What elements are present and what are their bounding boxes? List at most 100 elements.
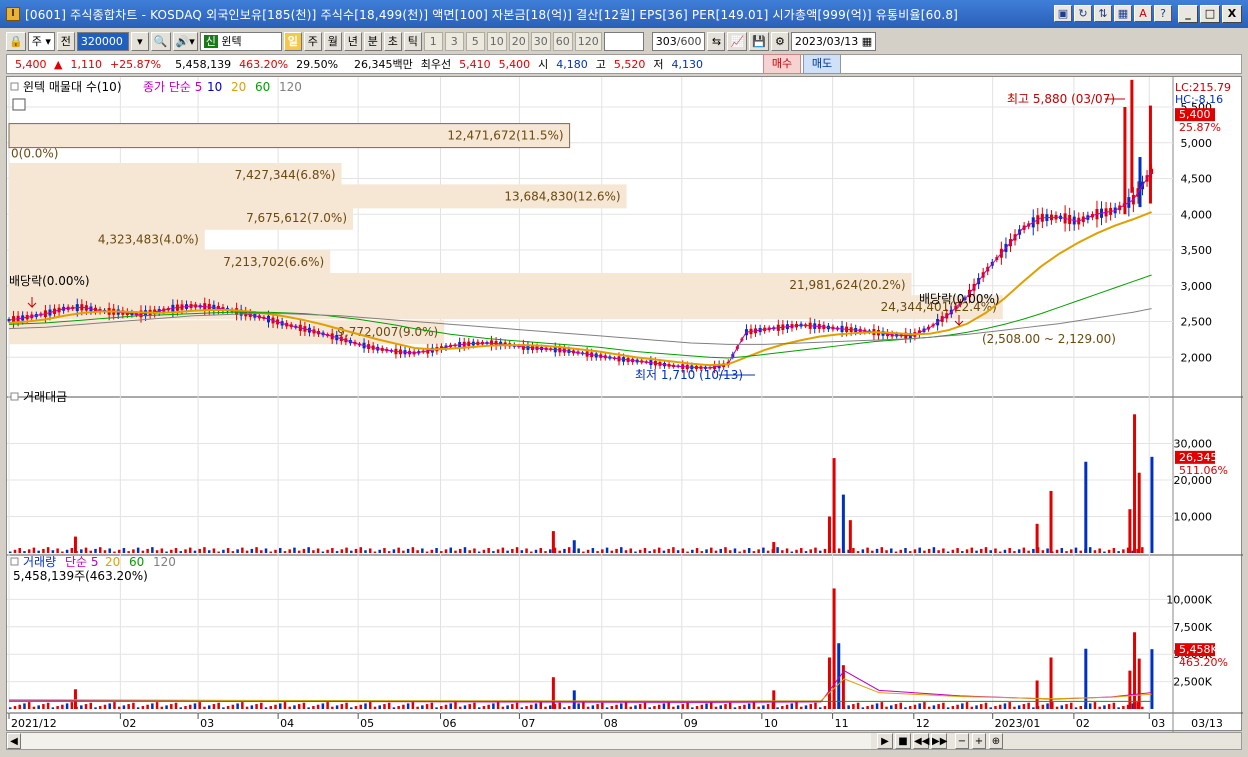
- volume-bar: [501, 706, 505, 709]
- maximize-button[interactable]: □: [1200, 5, 1220, 23]
- compare-icon[interactable]: ⇅: [1094, 5, 1112, 22]
- scroll-track[interactable]: [21, 733, 871, 749]
- volume-bar: [572, 690, 576, 709]
- amount-bar: [222, 549, 225, 553]
- help-icon[interactable]: ?: [1154, 5, 1172, 22]
- date-input[interactable]: 2023/03/13 ▦: [790, 31, 877, 51]
- amount-bar: [477, 551, 481, 553]
- market-select[interactable]: 주 ▾: [27, 31, 55, 51]
- volume-profile-label: 7,427,344(6.8%): [235, 168, 336, 182]
- amount-bar: [747, 548, 751, 553]
- minute-option[interactable]: 60: [552, 31, 573, 51]
- custom-period-input[interactable]: [603, 31, 644, 51]
- high-annotation: 최고 5,880 (03/07): [1007, 92, 1115, 106]
- amount-bar: [1088, 547, 1092, 553]
- minute-option[interactable]: 30: [530, 31, 551, 51]
- prev-button[interactable]: 전: [56, 31, 75, 51]
- period-minute[interactable]: 분: [363, 31, 382, 51]
- amount-bar: [558, 550, 561, 553]
- grid-icon[interactable]: ▦: [1114, 5, 1132, 22]
- minute-option[interactable]: 1: [423, 31, 443, 51]
- open-price: 4,180: [556, 57, 588, 71]
- close-button[interactable]: X: [1222, 5, 1242, 23]
- minute-option[interactable]: 3: [444, 31, 464, 51]
- chart-tool-icon[interactable]: 📈: [727, 31, 748, 51]
- volume-bar: [1055, 706, 1059, 709]
- amount-bar: [1093, 550, 1097, 553]
- amount-bar: [269, 551, 273, 553]
- arrows-icon[interactable]: ⇆: [707, 31, 726, 51]
- zoom-out-icon[interactable]: −: [955, 733, 969, 749]
- amount-bar: [1003, 549, 1007, 553]
- data-count[interactable]: 303/600: [651, 31, 706, 51]
- save-icon[interactable]: 💾: [749, 31, 769, 51]
- amount-bar: [1133, 414, 1137, 553]
- volume-bar: [132, 702, 135, 709]
- x-tick-label: 06: [443, 717, 457, 730]
- gear-icon[interactable]: ⚙: [770, 31, 789, 51]
- volume-bar: [155, 702, 159, 709]
- price-legend-item: 120: [279, 80, 302, 94]
- zoom-reset-icon[interactable]: ⊕: [989, 733, 1003, 749]
- period-year[interactable]: 년: [343, 31, 362, 51]
- sell-button[interactable]: 매도: [803, 54, 841, 74]
- volume-bar: [766, 704, 770, 709]
- refresh-icon[interactable]: ↻: [1074, 5, 1092, 22]
- minute-option[interactable]: 120: [574, 31, 602, 51]
- volume-bar: [809, 704, 812, 709]
- zoom-in-icon[interactable]: +: [972, 733, 986, 749]
- volume-bar: [847, 705, 850, 709]
- scroll-left-arrow[interactable]: ◀: [7, 733, 21, 749]
- amount-bar: [98, 547, 102, 553]
- volume-bar: [586, 706, 590, 709]
- minute-option[interactable]: 10: [486, 31, 507, 51]
- forward-icon[interactable]: ▶▶: [931, 733, 947, 749]
- play-icon[interactable]: ▶: [877, 733, 893, 749]
- period-month[interactable]: 월: [323, 31, 342, 51]
- amount-bar: [278, 548, 282, 553]
- buy-button[interactable]: 매수: [763, 54, 801, 74]
- stock-code-input[interactable]: 320000: [76, 31, 129, 51]
- volume-bar: [245, 706, 249, 709]
- minute-option[interactable]: 5: [465, 31, 485, 51]
- amount-bar: [321, 551, 325, 553]
- search-icon[interactable]: 🔍: [150, 31, 171, 51]
- volume-bar: [871, 704, 874, 709]
- volume-bar: [605, 707, 609, 709]
- volume-bar: [1117, 707, 1120, 709]
- amount-bar: [193, 550, 197, 553]
- amount-bar: [383, 548, 386, 553]
- lock-icon[interactable]: 🔒: [6, 31, 26, 51]
- font-icon[interactable]: A: [1134, 5, 1152, 22]
- period-second[interactable]: 초: [383, 31, 402, 51]
- amount-bar: [151, 547, 154, 553]
- dropdown-icon[interactable]: ▾: [130, 31, 149, 51]
- stock-name-field[interactable]: 신 윈텍: [199, 31, 282, 51]
- amount-bar: [733, 548, 737, 553]
- chart-area[interactable]: 2021/12 02 03 04 05 06 07 08 09 10 11 12 2023/01 02 03…: [6, 76, 1243, 732]
- amount-bar: [823, 548, 827, 553]
- amount-bar: [781, 550, 784, 553]
- speaker-icon[interactable]: 🔊▾: [172, 31, 198, 51]
- amount-bar: [885, 550, 888, 553]
- window-icon[interactable]: ▣: [1054, 5, 1072, 22]
- minimize-button[interactable]: _: [1178, 5, 1198, 23]
- volume-bar: [525, 706, 528, 709]
- period-day[interactable]: 일: [283, 31, 302, 51]
- period-week[interactable]: 주: [303, 31, 322, 51]
- minute-option[interactable]: 20: [508, 31, 529, 51]
- volume-bar: [383, 704, 386, 709]
- amount-bar: [956, 548, 959, 553]
- volume-bar: [998, 704, 1002, 709]
- volume-bar: [37, 705, 40, 709]
- volume-value-label: 5,458K: [1179, 643, 1218, 656]
- rewind-icon[interactable]: ◀◀: [913, 733, 929, 749]
- amount-bar: [440, 551, 443, 553]
- stop-icon[interactable]: ■: [895, 733, 911, 749]
- amount-bar: [908, 551, 912, 553]
- amount-bar: [23, 551, 26, 553]
- amount-bar: [241, 547, 244, 553]
- amount-bar: [402, 550, 405, 553]
- period-tick[interactable]: 틱: [403, 31, 422, 51]
- volume-bar: [326, 702, 329, 709]
